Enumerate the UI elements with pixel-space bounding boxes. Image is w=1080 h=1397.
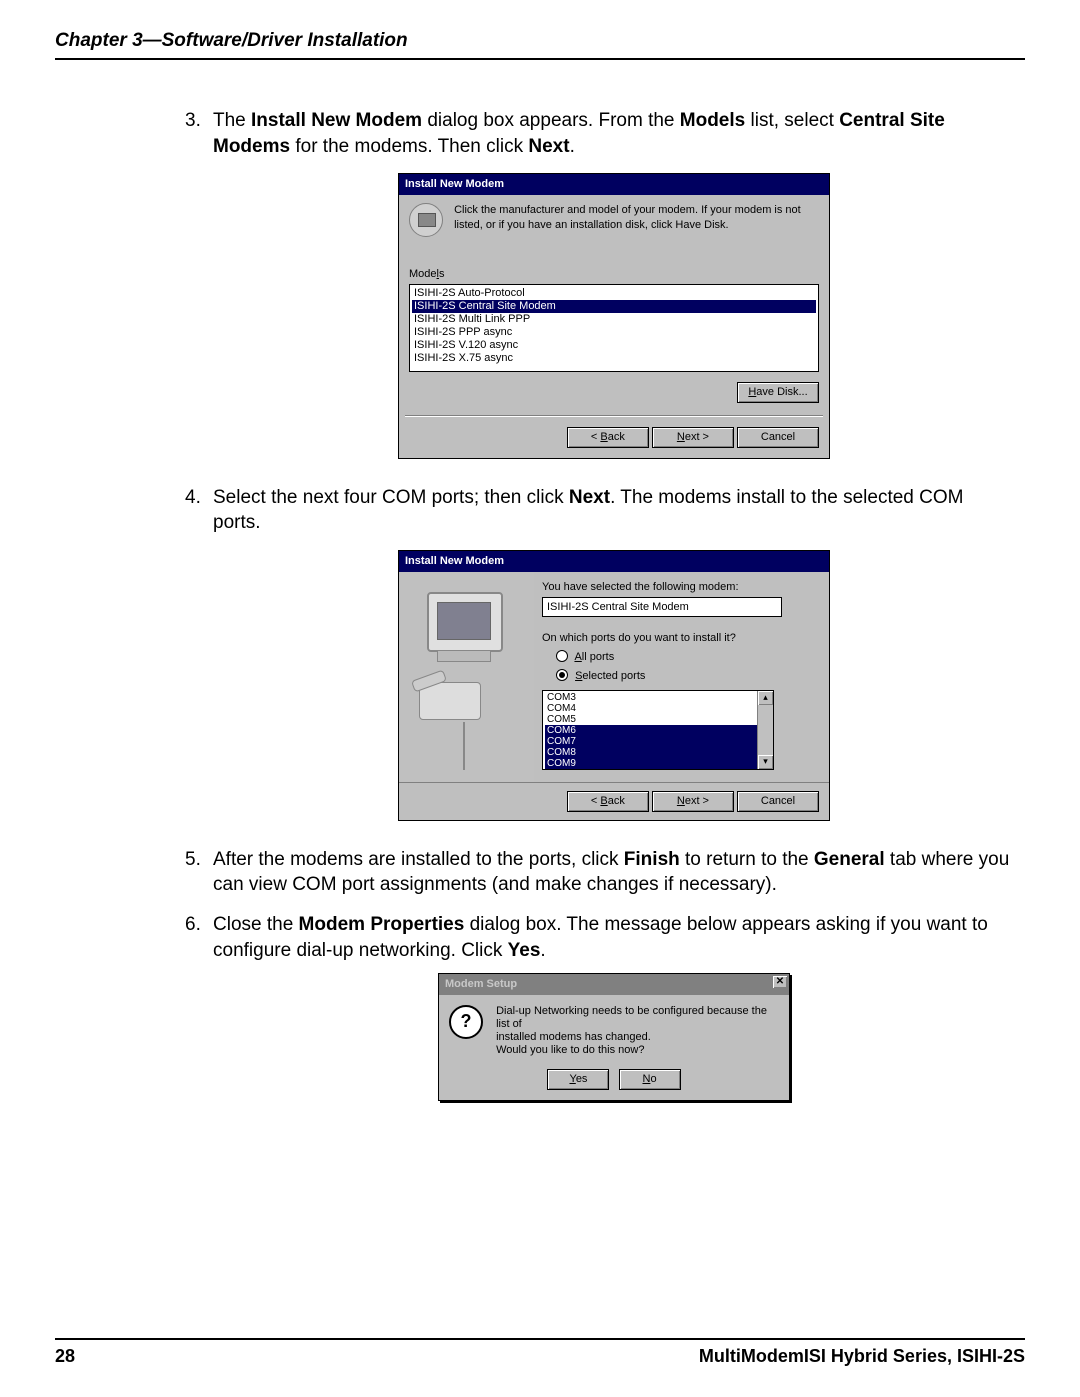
- model-item[interactable]: ISIHI-2S X.75 async: [412, 352, 816, 365]
- dialog-intro-text: Click the manufacturer and model of your…: [454, 203, 814, 233]
- scrollbar[interactable]: ▴ ▾: [757, 691, 773, 769]
- next-button[interactable]: Next >: [652, 427, 734, 448]
- step-4: 4. Select the next four COM ports; then …: [185, 485, 1015, 821]
- port-item[interactable]: COM4: [545, 703, 773, 714]
- ports-listbox[interactable]: COM3 COM4 COM5 COM6 COM7 COM8 COM9: [542, 690, 774, 770]
- modem-setup-dialog: Modem Setup ✕ ? Dial-up Networking needs…: [438, 973, 790, 1101]
- monitor-icon: [427, 592, 503, 652]
- port-item[interactable]: COM5: [545, 714, 773, 725]
- radio-selected-ports[interactable]: Selected ports: [556, 669, 812, 684]
- port-item-selected[interactable]: COM6: [545, 725, 773, 736]
- port-item-selected[interactable]: COM7: [545, 736, 773, 747]
- close-button[interactable]: ✕: [773, 976, 787, 988]
- step-number: 6.: [185, 912, 201, 938]
- ports-question: On which ports do you want to install it…: [542, 631, 812, 646]
- install-new-modem-dialog-2: Install New Modem You have selected the …: [398, 550, 830, 821]
- cancel-button[interactable]: Cancel: [737, 791, 819, 812]
- back-button[interactable]: < Back: [567, 791, 649, 812]
- dialog-message: Dial-up Networking needs to be configure…: [496, 1005, 776, 1057]
- document-title: MultiModemISI Hybrid Series, ISIHI-2S: [699, 1346, 1025, 1367]
- selected-modem-label: You have selected the following modem:: [542, 580, 812, 595]
- dialog-title: Modem Setup ✕: [439, 974, 789, 995]
- step-3: 3. The Install New Modem dialog box appe…: [185, 108, 1015, 459]
- scroll-down-button[interactable]: ▾: [758, 755, 773, 769]
- page-number: 28: [55, 1346, 75, 1367]
- port-item-selected[interactable]: COM9: [545, 758, 773, 770]
- scroll-up-button[interactable]: ▴: [758, 691, 773, 705]
- modem-icon: [409, 203, 443, 237]
- step-number: 3.: [185, 108, 201, 134]
- install-new-modem-dialog-1: Install New Modem Click the manufacturer…: [398, 173, 830, 458]
- step-number: 5.: [185, 847, 201, 873]
- radio-icon: [556, 669, 568, 681]
- cancel-button[interactable]: Cancel: [737, 427, 819, 448]
- models-listbox[interactable]: ISIHI-2S Auto-Protocol ISIHI-2S Central …: [409, 284, 819, 372]
- chapter-header: Chapter 3—Software/Driver Installation: [55, 30, 1025, 60]
- pole-icon: [463, 722, 465, 770]
- no-button[interactable]: No: [619, 1069, 681, 1090]
- question-icon: ?: [449, 1005, 483, 1039]
- step-6: 6. Close the Modem Properties dialog box…: [185, 912, 1015, 1101]
- port-item-selected[interactable]: COM8: [545, 747, 773, 758]
- back-button[interactable]: < Back: [567, 427, 649, 448]
- have-disk-button[interactable]: Have Disk...: [737, 382, 819, 403]
- selected-modem-value: ISIHI-2S Central Site Modem: [542, 597, 782, 618]
- page-footer: 28 MultiModemISI Hybrid Series, ISIHI-2S: [55, 1338, 1025, 1367]
- wizard-illustration: [399, 572, 534, 782]
- models-label: Models: [409, 267, 819, 282]
- dialog-title: Install New Modem: [399, 174, 829, 195]
- port-item[interactable]: COM3: [545, 692, 773, 703]
- model-item[interactable]: ISIHI-2S V.120 async: [412, 339, 816, 352]
- phone-icon: [419, 682, 481, 720]
- dialog-title: Install New Modem: [399, 551, 829, 572]
- model-item-selected[interactable]: ISIHI-2S Central Site Modem: [412, 300, 816, 313]
- step-number: 4.: [185, 485, 201, 511]
- yes-button[interactable]: Yes: [547, 1069, 609, 1090]
- step-5: 5. After the modems are installed to the…: [185, 847, 1015, 898]
- next-button[interactable]: Next >: [652, 791, 734, 812]
- model-item[interactable]: ISIHI-2S Multi Link PPP: [412, 313, 816, 326]
- divider: [405, 415, 823, 417]
- chapter-title: Chapter 3—Software/Driver Installation: [55, 30, 408, 51]
- model-item[interactable]: ISIHI-2S Auto-Protocol: [412, 287, 816, 300]
- model-item[interactable]: ISIHI-2S PPP async: [412, 326, 816, 339]
- radio-all-ports[interactable]: All ports: [556, 650, 812, 665]
- radio-icon: [556, 650, 568, 662]
